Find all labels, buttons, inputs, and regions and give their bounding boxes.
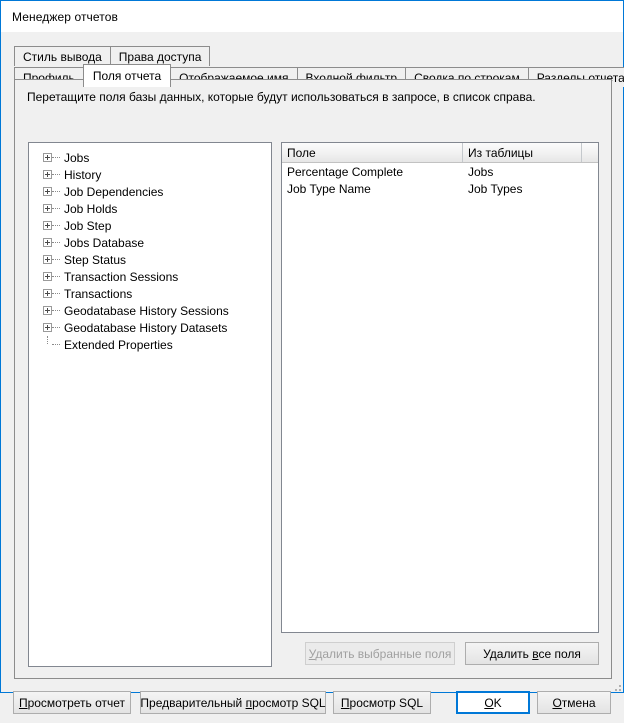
tree-node-label: Transaction Sessions [64, 269, 179, 284]
tab-label: Поля отчета [92, 69, 162, 83]
grid-cell-table: Jobs [468, 164, 494, 179]
expand-plus-icon[interactable] [43, 255, 52, 264]
tree-node-geodatabase-history-sessions[interactable]: Geodatabase History Sessions [29, 302, 271, 319]
expand-plus-icon[interactable] [43, 204, 52, 213]
tab-label: Права доступа [118, 49, 202, 64]
tree-node-label: Geodatabase History Datasets [64, 320, 228, 335]
tab-label: Стиль вывода [23, 49, 102, 64]
grid-cell-table: Job Types [468, 181, 523, 196]
grid-column-header-table[interactable]: Из таблицы [463, 143, 582, 162]
tree-node-label: Step Status [64, 252, 127, 267]
table-row[interactable]: Job Type Name Job Types [282, 180, 598, 197]
expand-plus-icon[interactable] [43, 187, 52, 196]
tree-connector-icon [52, 170, 61, 179]
window-title: Менеджер отчетов [12, 9, 118, 24]
grid-column-header-field[interactable]: Поле [282, 143, 463, 162]
tree-node-label: Jobs Database [64, 235, 145, 250]
grid-column-header-extra[interactable] [582, 143, 598, 162]
report-manager-window: Менеджер отчетов Стиль вывода Права дост… [0, 0, 624, 714]
expand-plus-icon[interactable] [43, 272, 52, 281]
grid-body: Percentage Complete Jobs Job Type Name J… [282, 163, 598, 197]
tree-node-job-holds[interactable]: Job Holds [29, 200, 271, 217]
tab-content-panel: Перетащите поля базы данных, которые буд… [14, 79, 612, 679]
remove-selected-fields-button[interactable]: Удалить выбранные поля [305, 642, 455, 665]
tree-leaf-icon [43, 336, 52, 349]
expand-plus-icon[interactable] [43, 323, 52, 332]
grid-cell-field: Job Type Name [287, 181, 371, 196]
tree-connector-icon [52, 204, 61, 213]
tree-node-jobs-database[interactable]: Jobs Database [29, 234, 271, 251]
tree-connector-icon [52, 340, 61, 349]
button-label: OK [484, 695, 502, 710]
tree-node-label: Geodatabase History Sessions [64, 303, 229, 318]
grid-cell-extra [582, 163, 598, 180]
tree-connector-icon [52, 221, 61, 230]
tab-output-style[interactable]: Стиль вывода [14, 46, 111, 66]
tree-node-label: History [64, 167, 102, 182]
button-label: Отмена [552, 695, 596, 710]
tree-node-label: Job Dependencies [64, 184, 164, 199]
ok-button[interactable]: OK [456, 691, 530, 714]
selected-fields-grid[interactable]: Поле Из таблицы Percentage Complete Jobs… [281, 142, 599, 633]
tab-access-rights[interactable]: Права доступа [109, 46, 211, 66]
button-label: Удалить все поля [483, 646, 581, 661]
tree-node-list: Jobs History Job Dependencies Job Holds … [29, 143, 271, 353]
tree-connector-icon [52, 238, 61, 247]
expand-plus-icon[interactable] [43, 170, 52, 179]
tree-node-label: Jobs [64, 150, 90, 165]
tree-node-step-status[interactable]: Step Status [29, 251, 271, 268]
tree-node-label: Extended Properties [64, 337, 173, 352]
view-sql-button[interactable]: Просмотр SQL [333, 691, 431, 714]
grid-header-row: Поле Из таблицы [282, 143, 598, 163]
button-label: Удалить выбранные поля [308, 646, 452, 661]
tree-node-extended-properties[interactable]: Extended Properties [29, 336, 271, 353]
button-label: Просмотреть отчет [18, 695, 126, 710]
preview-report-button[interactable]: Просмотреть отчет [13, 691, 131, 714]
tree-connector-icon [52, 272, 61, 281]
tab-report-fields[interactable]: Поля отчета [82, 64, 172, 87]
expand-plus-icon[interactable] [43, 306, 52, 315]
button-label: Просмотр SQL [340, 695, 424, 710]
expand-plus-icon[interactable] [43, 289, 52, 298]
table-row[interactable]: Percentage Complete Jobs [282, 163, 598, 180]
tree-connector-icon [52, 306, 61, 315]
tree-connector-icon [52, 323, 61, 332]
grid-cell-extra [582, 180, 598, 197]
tree-node-label: Job Holds [64, 201, 118, 216]
tree-node-transaction-sessions[interactable]: Transaction Sessions [29, 268, 271, 285]
tree-connector-icon [52, 187, 61, 196]
cancel-button[interactable]: Отмена [537, 691, 611, 714]
resize-grip[interactable] [611, 681, 621, 691]
tree-node-history[interactable]: History [29, 166, 271, 183]
tree-node-jobs[interactable]: Jobs [29, 149, 271, 166]
tree-connector-icon [52, 255, 61, 264]
tree-node-job-dependencies[interactable]: Job Dependencies [29, 183, 271, 200]
tree-node-transactions[interactable]: Transactions [29, 285, 271, 302]
remove-all-fields-button[interactable]: Удалить все поля [465, 642, 599, 665]
instruction-text: Перетащите поля базы данных, которые буд… [27, 90, 536, 104]
tab-row-upper: Стиль вывода Права доступа [14, 45, 612, 66]
expand-plus-icon[interactable] [43, 153, 52, 162]
grid-cell-field: Percentage Complete [287, 164, 404, 179]
tree-node-geodatabase-history-datasets[interactable]: Geodatabase History Datasets [29, 319, 271, 336]
window-client-area: Стиль вывода Права доступа Профиль Поля … [1, 32, 624, 714]
tree-node-label: Job Step [64, 218, 112, 233]
title-bar: Менеджер отчетов [1, 1, 623, 32]
expand-plus-icon[interactable] [43, 221, 52, 230]
tree-connector-icon [52, 289, 61, 298]
preview-sql-button[interactable]: Предварительный просмотр SQL [140, 691, 326, 714]
database-fields-tree[interactable]: Jobs History Job Dependencies Job Holds … [28, 142, 272, 667]
button-label: Предварительный просмотр SQL [140, 695, 326, 710]
tree-node-label: Transactions [64, 286, 133, 301]
tree-connector-icon [52, 153, 61, 162]
tree-node-job-step[interactable]: Job Step [29, 217, 271, 234]
expand-plus-icon[interactable] [43, 238, 52, 247]
dialog-button-bar: Просмотреть отчет Предварительный просмо… [1, 687, 623, 723]
